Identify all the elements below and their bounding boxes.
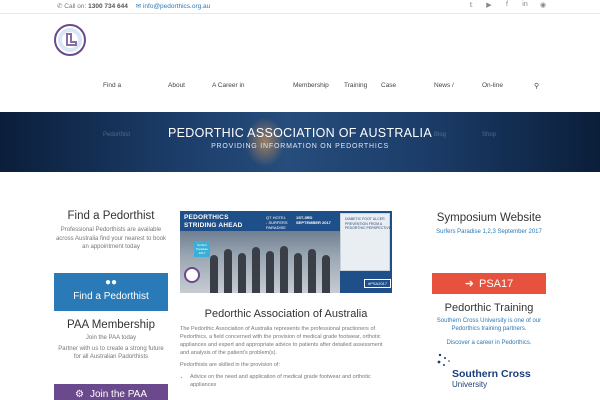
find-title: Find a Pedorthist — [67, 210, 155, 222]
find-text: Professional Pedorthists are available a… — [55, 227, 167, 250]
banner-dates: 1ST-3RD SEPTEMBER 2017 — [296, 215, 331, 225]
banner-line-2: STRIDING AHEAD — [184, 222, 243, 229]
nav-training[interactable]: Training — [344, 82, 367, 89]
phone-number[interactable]: 1300 734 644 — [88, 3, 128, 10]
scu-name-1: Southern Cross — [452, 368, 531, 380]
training-text-2[interactable]: Discover a career in Pedorthics. — [432, 339, 546, 347]
list-item: Advice on the need and application of me… — [190, 373, 392, 389]
phone-icon: ✆ — [57, 3, 63, 10]
banner-card-text: DIABETIC FOOT ULCER PREVENTION FROM A PE… — [345, 217, 392, 230]
skills-list: Advice on the need and application of me… — [180, 373, 392, 389]
center-text: The Pedorthic Association of Australia r… — [180, 325, 392, 389]
member-text-2: Partner with us to create a strong futur… — [58, 346, 164, 360]
join-button-label: Join the PAA — [89, 388, 148, 400]
training-text-1: Southern Cross University is one of our … — [436, 318, 542, 332]
training-section: Pedorthic Training Southern Cross Univer… — [432, 302, 546, 347]
join-paa-button[interactable]: ⚙ Join the PAA — [54, 384, 168, 400]
hero-title: PEDORTHIC ASSOCIATION OF AUSTRALIA — [168, 126, 432, 140]
site-logo[interactable] — [54, 24, 86, 56]
find-button-label: Find a Pedorthist — [73, 291, 149, 302]
top-bar: ✆ Call on: 1300 734 644 ✉ info@pedorthic… — [0, 0, 600, 14]
symposium-title[interactable]: Symposium Website — [432, 212, 546, 224]
nav-find-pedorthist[interactable]: Find a — [103, 82, 121, 89]
envelope-icon: ✉ — [135, 3, 142, 10]
linkedin-icon[interactable]: in — [520, 1, 530, 9]
contact-info: ✆ Call on: 1300 734 644 ✉ info@pedorthic… — [57, 2, 210, 10]
center-title: Pedorthic Association of Australia — [204, 308, 368, 320]
main-nav: Find a About A Career in Membership Trai… — [0, 82, 600, 94]
hero-foot-image — [245, 117, 285, 167]
twitter-icon[interactable]: 𝕥 — [466, 1, 476, 9]
nav-case[interactable]: Case — [381, 82, 396, 89]
youtube-icon[interactable]: ▶ — [484, 1, 494, 9]
nav-membership[interactable]: Membership — [293, 82, 329, 89]
arrow-right-icon: ➜ — [464, 278, 474, 290]
center-para-1: The Pedorthic Association of Australia r… — [180, 326, 383, 356]
email-link[interactable]: ✉ info@pedorthics.org.au — [136, 3, 211, 10]
symposium-banner-image[interactable]: PEDORTHICS STRIDING AHEAD QT HOTEL - SUR… — [180, 211, 392, 293]
banner-tag: Surfers Paradise 2017 — [194, 241, 210, 257]
symposium-text: Surfers Paradise 1,2,3 September 2017 — [436, 229, 542, 235]
nav-online-shop[interactable]: On-line — [482, 82, 503, 89]
center-para-2: Pedorthists are skilled in the provision… — [180, 362, 280, 368]
social-links: 𝕥 ▶ f in ◉ — [466, 1, 548, 9]
member-text-1: Join the PAA today — [85, 335, 137, 341]
scu-name-2: University — [452, 380, 488, 389]
nav-news[interactable]: News / — [434, 82, 454, 89]
search-icon[interactable]: ⚲ — [534, 82, 539, 90]
find-pedorthist-button[interactable]: ●● Find a Pedorthist — [54, 273, 168, 311]
find-pedorthist-section: Find a Pedorthist Professional Pedorthis… — [54, 210, 168, 252]
banner-line-1: PEDORTHICS — [184, 214, 229, 221]
phone-label: Call on: — [64, 3, 87, 10]
binoculars-icon: ●● — [104, 277, 118, 288]
training-title: Pedorthic Training — [444, 302, 534, 314]
foot-logo-icon — [66, 33, 77, 46]
banner-venue: QT HOTEL - SURFERS PARADISE — [266, 215, 288, 230]
rss-icon[interactable]: ◉ — [538, 1, 548, 9]
psa17-label: PSA17 — [478, 277, 514, 290]
nav-career[interactable]: A Career in — [212, 82, 245, 89]
symposium-section: Symposium Website Surfers Paradise 1,2,3… — [432, 212, 546, 236]
psa17-button[interactable]: ➜ PSA17 — [432, 273, 546, 294]
member-title: PAA Membership — [67, 319, 155, 331]
email-text: info@pedorthics.org.au — [142, 3, 211, 10]
hero-subtitle: PROVIDING INFORMATION ON PEDORTHICS — [211, 143, 389, 150]
banner-logo — [184, 267, 200, 283]
membership-section: PAA Membership Join the PAA today Partne… — [54, 319, 168, 361]
banner-card: DIABETIC FOOT ULCER PREVENTION FROM A PE… — [340, 213, 392, 271]
facebook-icon[interactable]: f — [502, 1, 512, 9]
users-icon: ⚙ — [74, 388, 84, 400]
nav-about[interactable]: About — [168, 82, 185, 89]
hero-banner: Pedorthist Blog Shop PEDORTHIC ASSOCIATI… — [0, 112, 600, 172]
scu-logo[interactable]: Southern Cross University — [434, 352, 546, 389]
banner-hashtag: #PSA2017 — [364, 279, 392, 288]
